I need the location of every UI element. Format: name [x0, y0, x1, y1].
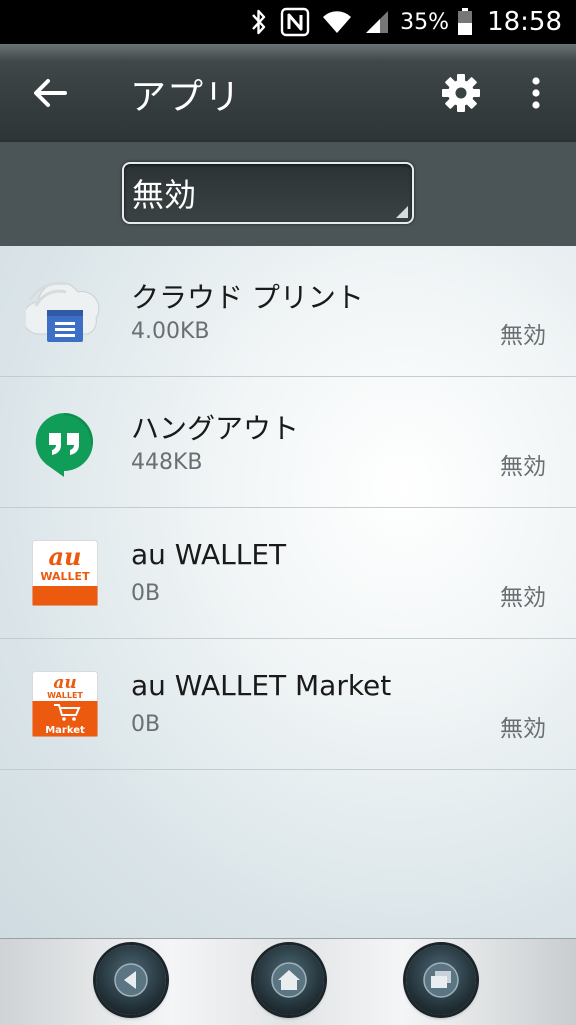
app-status: 無効: [500, 585, 546, 611]
dropdown-corner-icon: [396, 206, 408, 218]
app-list: クラウド プリント 4.00KB 無効 ハングアウト 448KB 無効 au W…: [0, 246, 576, 938]
filter-bar: 無効: [0, 142, 576, 246]
app-status: 無効: [500, 323, 546, 349]
nav-home-button[interactable]: [254, 945, 324, 1015]
svg-text:WALLET: WALLET: [47, 691, 83, 700]
back-button[interactable]: [24, 70, 76, 116]
filter-selected-value: 無効: [132, 176, 197, 214]
action-bar: アプリ: [0, 44, 576, 142]
app-name: ハングアウト: [131, 412, 300, 445]
navigation-bar: [0, 938, 576, 1025]
clock: 18:58: [487, 7, 562, 37]
au-wallet-market-icon: au WALLET Market: [32, 671, 100, 739]
overflow-menu-button[interactable]: [516, 70, 556, 116]
battery-icon: [457, 8, 473, 36]
list-item-hangouts[interactable]: ハングアウト 448KB 無効: [0, 377, 576, 508]
nav-home-icon: [271, 962, 307, 998]
filter-spinner[interactable]: 無効: [122, 162, 414, 224]
list-item-au-wallet[interactable]: au WALLET au WALLET 0B 無効: [0, 508, 576, 639]
wifi-icon: [322, 9, 352, 35]
bluetooth-icon: [250, 8, 268, 36]
app-name: au WALLET: [131, 538, 287, 571]
app-size: 0B: [131, 581, 161, 606]
settings-button[interactable]: [436, 70, 486, 116]
app-status: 無効: [500, 716, 546, 742]
svg-text:au: au: [53, 673, 76, 693]
app-name: クラウド プリント: [131, 281, 364, 314]
app-name: au WALLET Market: [131, 669, 392, 702]
gear-icon: [442, 74, 480, 112]
au-wallet-icon: au WALLET: [32, 540, 100, 608]
nfc-icon: [280, 7, 310, 37]
app-size: 448KB: [131, 450, 203, 475]
back-arrow-icon: [34, 79, 67, 107]
status-bar: 35% 18:58: [0, 0, 576, 44]
app-size: 0B: [131, 712, 161, 737]
hangouts-icon: [30, 409, 98, 477]
page-title: アプリ: [130, 77, 242, 118]
cloud-print-icon: [22, 278, 100, 346]
svg-text:au: au: [49, 542, 82, 571]
list-item-au-wallet-market[interactable]: au WALLET Market au WALLET Market 0B 無効: [0, 639, 576, 770]
nav-recents-button[interactable]: [406, 945, 476, 1015]
nav-back-icon: [114, 963, 148, 997]
cellular-signal-icon: [364, 9, 390, 35]
svg-text:WALLET: WALLET: [40, 570, 90, 583]
more-vert-icon: [532, 77, 540, 109]
battery-percent: 35%: [400, 9, 450, 35]
app-size: 4.00KB: [131, 319, 210, 344]
svg-text:Market: Market: [45, 725, 85, 736]
app-status: 無効: [500, 454, 546, 480]
list-item-cloud-print[interactable]: クラウド プリント 4.00KB 無効: [0, 246, 576, 377]
nav-recents-icon: [423, 962, 459, 998]
nav-back-button[interactable]: [96, 945, 166, 1015]
